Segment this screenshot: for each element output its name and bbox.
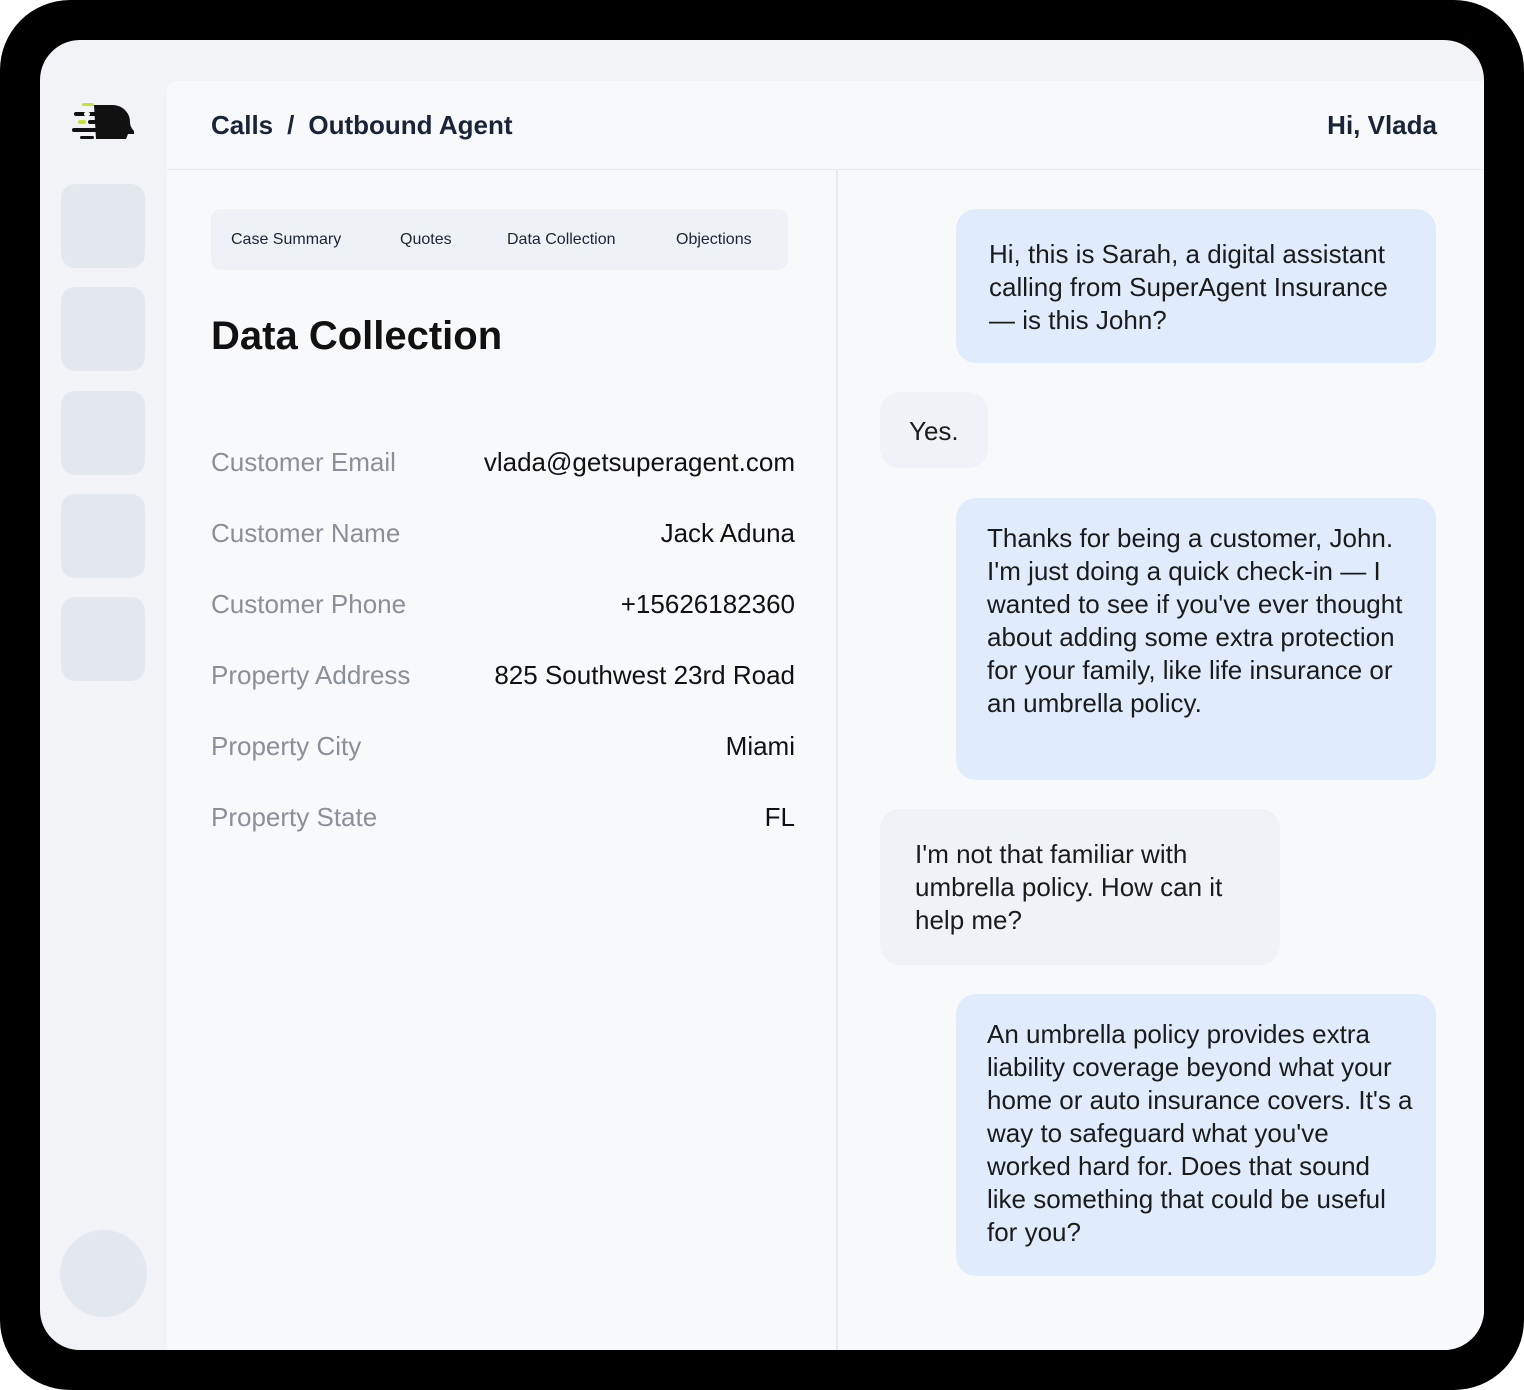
chat-message-agent: Hi, this is Sarah, a digital assistant c… xyxy=(956,209,1436,363)
field-value: 825 Southwest 23rd Road xyxy=(494,660,795,690)
user-greeting: Hi, Vlada xyxy=(1327,110,1437,140)
field-customer-name: Customer Name Jack Aduna xyxy=(211,518,795,558)
field-value: Jack Aduna xyxy=(660,518,795,548)
app-screen: Calls / Outbound Agent Hi, Vlada Case Summ… xyxy=(40,40,1484,1350)
panel-divider xyxy=(836,170,838,1350)
sidebar-nav-item-3[interactable] xyxy=(61,391,145,475)
field-label: Property City xyxy=(211,731,362,761)
sidebar-nav-item-1[interactable] xyxy=(61,184,145,268)
chat-message-agent: Thanks for being a customer, John. I'm j… xyxy=(956,498,1436,780)
field-label: Property State xyxy=(211,802,378,832)
main-content: Calls / Outbound Agent Hi, Vlada Case Summ… xyxy=(167,81,1484,1350)
tab-data-collection[interactable]: Data Collection xyxy=(507,231,616,249)
sidebar-nav-item-2[interactable] xyxy=(61,287,145,371)
field-value: FL xyxy=(764,802,795,832)
field-property-address: Property Address 825 Southwest 23rd Road xyxy=(211,660,795,700)
field-property-city: Property City Miami xyxy=(211,731,795,771)
breadcrumb-current: Outbound Agent xyxy=(308,110,513,140)
breadcrumb-separator: / xyxy=(287,110,295,140)
field-value: +15626182360 xyxy=(620,589,795,619)
device-frame: Calls / Outbound Agent Hi, Vlada Case Summ… xyxy=(0,0,1524,1390)
field-value: Miami xyxy=(725,731,795,761)
tab-case-summary[interactable]: Case Summary xyxy=(231,231,341,249)
chat-message-agent: An umbrella policy provides extra liabil… xyxy=(956,994,1436,1276)
field-label: Customer Email xyxy=(211,447,396,477)
field-value: vlada@getsuperagent.com xyxy=(483,447,795,477)
field-label: Customer Phone xyxy=(211,589,407,619)
tab-bar: Case Summary Quotes Data Collection Obje… xyxy=(211,209,788,270)
brand-logo-icon[interactable] xyxy=(72,100,136,146)
breadcrumb: Calls / Outbound Agent xyxy=(211,110,512,141)
sidebar-nav-item-5[interactable] xyxy=(61,597,145,681)
tab-quotes[interactable]: Quotes xyxy=(400,231,452,249)
section-title: Data Collection xyxy=(211,314,503,358)
sidebar-nav-item-4[interactable] xyxy=(61,494,145,578)
field-property-state: Property State FL xyxy=(211,802,795,842)
field-customer-phone: Customer Phone +15626182360 xyxy=(211,589,795,629)
chat-message-user: Yes. xyxy=(880,392,988,468)
user-avatar[interactable] xyxy=(60,1230,147,1317)
breadcrumb-link-calls[interactable]: Calls xyxy=(211,110,273,140)
field-label: Property Address xyxy=(211,660,411,690)
field-label: Customer Name xyxy=(211,518,401,548)
chat-message-user: I'm not that familiar with umbrella poli… xyxy=(880,809,1280,965)
tab-objections[interactable]: Objections xyxy=(676,231,752,249)
field-customer-email: Customer Email vlada@getsuperagent.com xyxy=(211,447,795,487)
top-header: Calls / Outbound Agent Hi, Vlada xyxy=(167,81,1484,170)
sidebar xyxy=(40,40,167,1350)
